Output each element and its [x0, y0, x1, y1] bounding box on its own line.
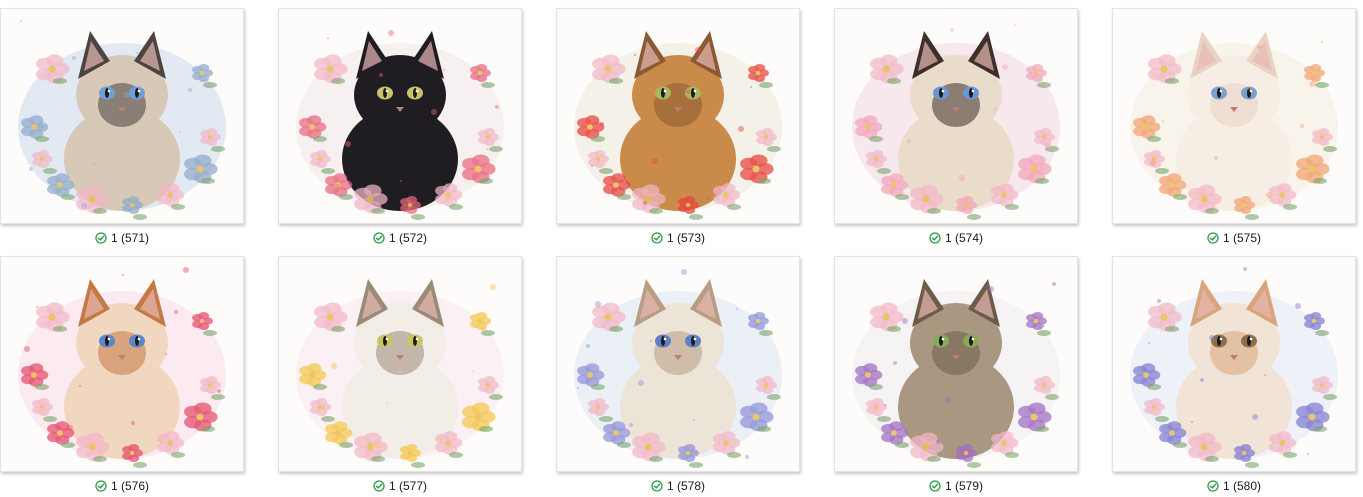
- file-caption[interactable]: 1 (576): [0, 478, 244, 494]
- file-tile[interactable]: 1 (580): [1112, 256, 1356, 496]
- cat-watercolor-image: [574, 269, 782, 468]
- file-tile[interactable]: 1 (573): [556, 8, 800, 248]
- file-caption[interactable]: 1 (575): [1112, 230, 1356, 246]
- synced-check-icon: [1207, 480, 1219, 496]
- cat-watercolor-image: [574, 31, 782, 220]
- file-tile[interactable]: 1 (576): [0, 256, 244, 496]
- cat-watercolor-image: [18, 267, 226, 468]
- synced-check-icon: [95, 480, 107, 496]
- synced-check-icon: [95, 232, 107, 248]
- synced-check-icon: [373, 480, 385, 496]
- image-thumbnail[interactable]: [0, 8, 244, 224]
- file-name: 1 (572): [388, 231, 428, 245]
- file-tile[interactable]: 1 (574): [834, 8, 1078, 248]
- file-name: 1 (576): [110, 479, 150, 493]
- file-name: 1 (571): [110, 231, 150, 245]
- cat-watercolor-image: [1130, 31, 1338, 220]
- synced-check-icon: [651, 232, 663, 248]
- file-name: 1 (574): [944, 231, 984, 245]
- cat-watercolor-image: [852, 279, 1060, 468]
- file-caption[interactable]: 1 (577): [278, 478, 522, 494]
- cat-watercolor-image: [296, 279, 504, 468]
- file-name: 1 (580): [1222, 479, 1262, 493]
- file-name: 1 (579): [944, 479, 984, 493]
- image-thumbnail[interactable]: [556, 8, 800, 224]
- image-thumbnail[interactable]: [556, 256, 800, 472]
- image-thumbnail[interactable]: [0, 256, 244, 472]
- cat-watercolor-image: [296, 30, 504, 220]
- file-caption[interactable]: 1 (572): [278, 230, 522, 246]
- file-thumbnail-grid: 1 (571) 1 (572) 1 (573) 1 (574) 1 (575) …: [0, 0, 1363, 497]
- image-thumbnail[interactable]: [834, 256, 1078, 472]
- file-caption[interactable]: 1 (578): [556, 478, 800, 494]
- cat-watercolor-image: [1130, 267, 1338, 468]
- cat-watercolor-image: [18, 20, 226, 220]
- file-caption[interactable]: 1 (571): [0, 230, 244, 246]
- cat-watercolor-image: [852, 24, 1060, 220]
- image-thumbnail[interactable]: [278, 256, 522, 472]
- file-tile[interactable]: 1 (577): [278, 256, 522, 496]
- file-caption[interactable]: 1 (579): [834, 478, 1078, 494]
- file-caption[interactable]: 1 (573): [556, 230, 800, 246]
- file-tile[interactable]: 1 (572): [278, 8, 522, 248]
- file-tile[interactable]: 1 (571): [0, 8, 244, 248]
- file-name: 1 (578): [666, 479, 706, 493]
- synced-check-icon: [651, 480, 663, 496]
- synced-check-icon: [929, 232, 941, 248]
- file-name: 1 (575): [1222, 231, 1262, 245]
- file-tile[interactable]: 1 (579): [834, 256, 1078, 496]
- synced-check-icon: [929, 480, 941, 496]
- image-thumbnail[interactable]: [834, 8, 1078, 224]
- synced-check-icon: [1207, 232, 1219, 248]
- file-tile[interactable]: 1 (578): [556, 256, 800, 496]
- synced-check-icon: [373, 232, 385, 248]
- file-caption[interactable]: 1 (574): [834, 230, 1078, 246]
- image-thumbnail[interactable]: [1112, 256, 1356, 472]
- file-name: 1 (577): [388, 479, 428, 493]
- file-tile[interactable]: 1 (575): [1112, 8, 1356, 248]
- image-thumbnail[interactable]: [1112, 8, 1356, 224]
- file-caption[interactable]: 1 (580): [1112, 478, 1356, 494]
- image-thumbnail[interactable]: [278, 8, 522, 224]
- file-name: 1 (573): [666, 231, 706, 245]
